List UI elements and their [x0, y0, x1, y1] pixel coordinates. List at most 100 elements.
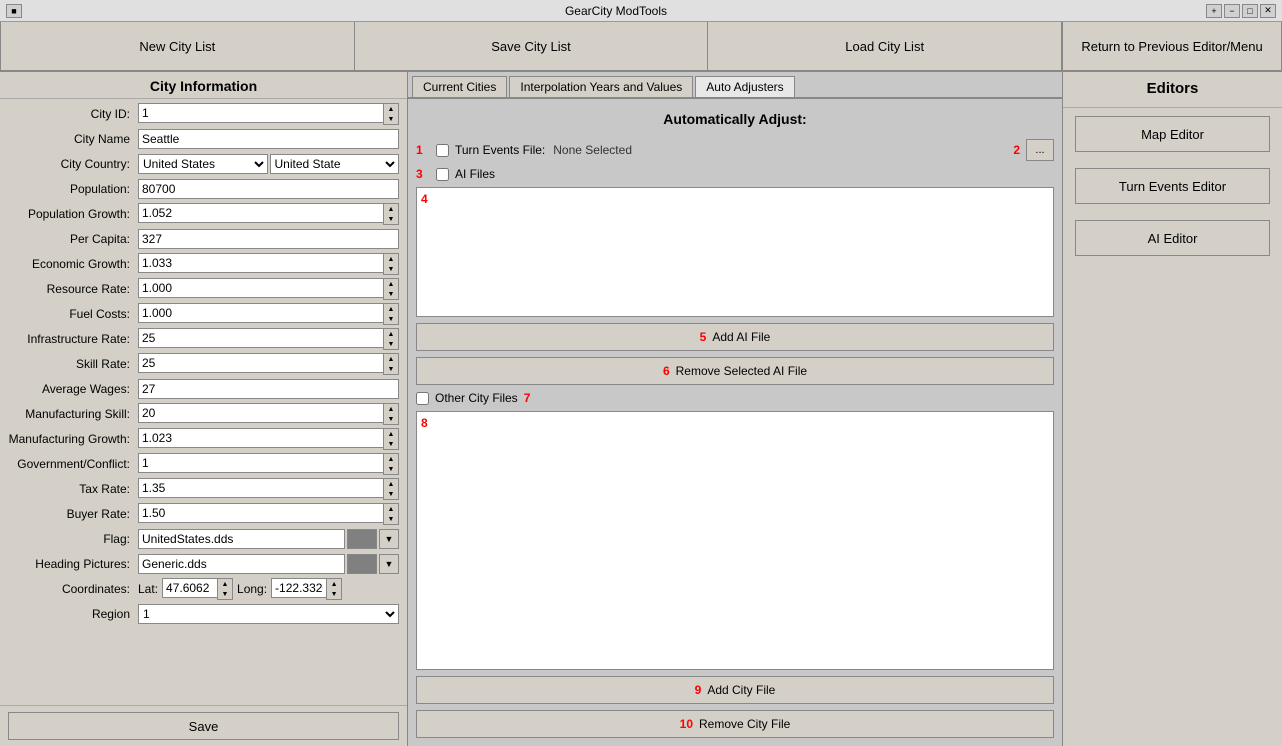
turn-events-row: 1 Turn Events File: None Selected 2 ...: [416, 139, 1054, 161]
heading-pictures-input[interactable]: [138, 554, 345, 574]
map-editor-button[interactable]: Map Editor: [1075, 116, 1270, 152]
country-select[interactable]: United States: [138, 154, 268, 174]
lat-input[interactable]: [162, 578, 217, 598]
resource-rate-input[interactable]: [138, 278, 383, 298]
population-input[interactable]: [138, 179, 399, 199]
city-id-down[interactable]: ▼: [384, 114, 398, 124]
infrastructure-down[interactable]: ▼: [384, 339, 398, 349]
population-growth-input[interactable]: [138, 203, 383, 223]
ai-files-checkbox[interactable]: [436, 168, 449, 181]
remove-city-num: 10: [680, 717, 693, 731]
city-file-list-number: 8: [421, 416, 428, 430]
remove-ai-file-button[interactable]: 6 Remove Selected AI File: [416, 357, 1054, 385]
city-id-spinner: ▲ ▼: [138, 103, 399, 125]
heading-pictures-row: Heading Pictures: ▼: [8, 553, 399, 575]
save-button[interactable]: Save: [8, 712, 399, 740]
restore-btn[interactable]: −: [1224, 4, 1240, 18]
skill-rate-up[interactable]: ▲: [384, 354, 398, 364]
tab-current-cities[interactable]: Current Cities: [412, 76, 507, 97]
resource-rate-up[interactable]: ▲: [384, 279, 398, 289]
heading-controls: ▼: [138, 554, 399, 574]
economic-growth-input[interactable]: [138, 253, 383, 273]
state-select[interactable]: United State: [270, 154, 400, 174]
tax-rate-input[interactable]: [138, 478, 383, 498]
fuel-costs-up[interactable]: ▲: [384, 304, 398, 314]
save-city-list-button[interactable]: Save City List: [355, 22, 709, 71]
city-id-up[interactable]: ▲: [384, 104, 398, 114]
tax-down[interactable]: ▼: [384, 489, 398, 499]
turn-events-checkbox[interactable]: [436, 144, 449, 157]
tab-interpolation[interactable]: Interpolation Years and Values: [509, 76, 693, 97]
window-title: GearCity ModTools: [26, 4, 1206, 18]
turn-events-editor-button[interactable]: Turn Events Editor: [1075, 168, 1270, 204]
eco-growth-down[interactable]: ▼: [384, 264, 398, 274]
buyer-rate-row: Buyer Rate: ▲ ▼: [8, 503, 399, 525]
add-city-file-button[interactable]: 9 Add City File: [416, 676, 1054, 704]
buyer-rate-input[interactable]: [138, 503, 383, 523]
region-select[interactable]: 1: [138, 604, 399, 624]
mfg-growth-up[interactable]: ▲: [384, 429, 398, 439]
new-city-list-button[interactable]: New City List: [0, 22, 355, 71]
remove-city-label: Remove City File: [699, 717, 790, 731]
population-growth-spinner: ▲ ▼: [138, 203, 399, 225]
flag-dropdown-btn[interactable]: ▼: [379, 529, 399, 549]
pop-growth-down[interactable]: ▼: [384, 214, 398, 224]
mfg-skill-up[interactable]: ▲: [384, 404, 398, 414]
eco-growth-up[interactable]: ▲: [384, 254, 398, 264]
infrastructure-input[interactable]: [138, 328, 383, 348]
skill-rate-input[interactable]: [138, 353, 383, 373]
load-city-list-button[interactable]: Load City List: [708, 22, 1062, 71]
government-input[interactable]: [138, 453, 383, 473]
manufacturing-skill-input[interactable]: [138, 403, 383, 423]
long-input[interactable]: [271, 578, 326, 598]
minimize-btn[interactable]: +: [1206, 4, 1222, 18]
mfg-skill-down[interactable]: ▼: [384, 414, 398, 424]
flag-input[interactable]: [138, 529, 345, 549]
gov-down[interactable]: ▼: [384, 464, 398, 474]
close-btn[interactable]: ✕: [1260, 4, 1276, 18]
system-menu[interactable]: ■: [6, 4, 22, 18]
population-growth-label: Population Growth:: [8, 207, 138, 221]
add-ai-file-button[interactable]: 5 Add AI File: [416, 323, 1054, 351]
browse-button[interactable]: ...: [1026, 139, 1054, 161]
tab-auto-adjusters[interactable]: Auto Adjusters: [695, 76, 794, 97]
resource-rate-down[interactable]: ▼: [384, 289, 398, 299]
return-button[interactable]: Return to Previous Editor/Menu: [1062, 22, 1282, 71]
gov-up[interactable]: ▲: [384, 454, 398, 464]
maximize-btn[interactable]: □: [1242, 4, 1258, 18]
fuel-costs-spinner: ▲ ▼: [138, 303, 399, 325]
add-city-num: 9: [695, 683, 702, 697]
manufacturing-growth-btns: ▲ ▼: [383, 428, 399, 450]
remove-city-file-button[interactable]: 10 Remove City File: [416, 710, 1054, 738]
average-wages-input[interactable]: [138, 379, 399, 399]
manufacturing-growth-input[interactable]: [138, 428, 383, 448]
pop-growth-up[interactable]: ▲: [384, 204, 398, 214]
city-name-input[interactable]: [138, 129, 399, 149]
buyer-rate-label: Buyer Rate:: [8, 507, 138, 521]
city-id-spinner-btns: ▲ ▼: [383, 103, 399, 125]
infrastructure-up[interactable]: ▲: [384, 329, 398, 339]
fuel-costs-down[interactable]: ▼: [384, 314, 398, 324]
buyer-down[interactable]: ▼: [384, 514, 398, 524]
lat-down[interactable]: ▼: [218, 589, 232, 599]
tax-up[interactable]: ▲: [384, 479, 398, 489]
city-id-label: City ID:: [8, 107, 138, 121]
lat-up[interactable]: ▲: [218, 579, 232, 589]
buyer-up[interactable]: ▲: [384, 504, 398, 514]
skill-rate-row: Skill Rate: ▲ ▼: [8, 353, 399, 375]
heading-dropdown-btn[interactable]: ▼: [379, 554, 399, 574]
per-capita-input[interactable]: [138, 229, 399, 249]
skill-rate-down[interactable]: ▼: [384, 364, 398, 374]
ai-editor-button[interactable]: AI Editor: [1075, 220, 1270, 256]
other-city-files-checkbox[interactable]: [416, 392, 429, 405]
economic-growth-label: Economic Growth:: [8, 257, 138, 271]
long-down[interactable]: ▼: [327, 589, 341, 599]
long-up[interactable]: ▲: [327, 579, 341, 589]
ai-file-list: 4: [416, 187, 1054, 317]
city-id-input[interactable]: [138, 103, 383, 123]
average-wages-row: Average Wages:: [8, 378, 399, 400]
mfg-growth-down[interactable]: ▼: [384, 439, 398, 449]
economic-growth-row: Economic Growth: ▲ ▼: [8, 253, 399, 275]
fuel-costs-input[interactable]: [138, 303, 383, 323]
infrastructure-spinner: ▲ ▼: [138, 328, 399, 350]
